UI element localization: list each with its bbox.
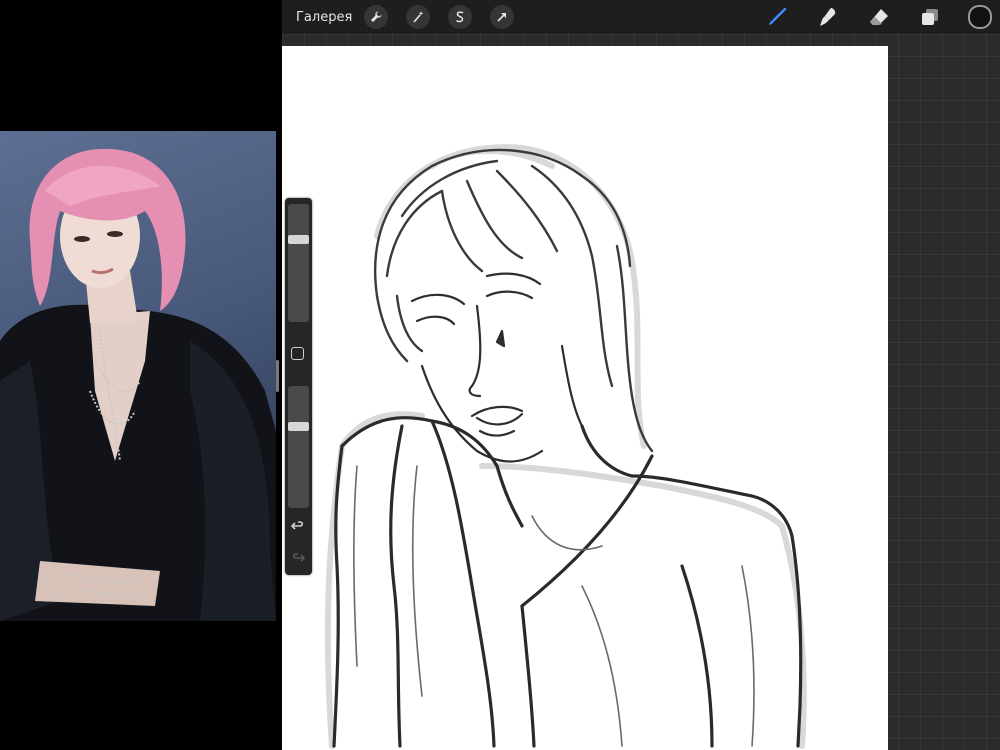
modify-button[interactable]	[291, 347, 304, 360]
eraser-icon	[870, 9, 888, 25]
opacity-thumb[interactable]	[288, 422, 309, 432]
selection-button[interactable]	[448, 5, 473, 29]
paint-tool-button[interactable]	[764, 4, 790, 30]
transform-button[interactable]	[490, 5, 515, 29]
reference-photo-image	[0, 148, 276, 621]
split-view-handle[interactable]	[276, 360, 279, 392]
undo-icon	[290, 521, 304, 530]
reference-panel	[0, 0, 282, 750]
color-picker-button[interactable]	[968, 5, 992, 29]
adjustments-button[interactable]	[406, 5, 431, 29]
reference-photo[interactable]	[0, 131, 276, 621]
canvas-area	[282, 34, 1000, 750]
redo-icon	[292, 553, 306, 562]
layers-button[interactable]	[917, 4, 943, 30]
selection-s-icon	[456, 11, 464, 23]
top-toolbar: Галерея	[282, 0, 1000, 34]
layers-icon	[922, 9, 938, 25]
brush-size-thumb[interactable]	[288, 234, 309, 244]
smudge-icon	[820, 8, 836, 26]
sidebar-sliders	[285, 198, 312, 575]
transform-arrow-icon	[497, 13, 507, 22]
eraser-tool-button[interactable]	[866, 4, 892, 30]
brush-icon	[769, 7, 787, 25]
redo-button[interactable]	[290, 550, 306, 566]
drawing-canvas[interactable]	[282, 46, 888, 750]
wrench-icon	[371, 11, 382, 22]
magic-wand-icon	[413, 11, 424, 23]
actions-button[interactable]	[364, 5, 389, 29]
sketch-artwork	[324, 144, 807, 749]
smudge-tool-button[interactable]	[815, 4, 841, 30]
undo-button[interactable]	[290, 518, 306, 534]
gallery-button[interactable]: Галерея	[296, 10, 352, 25]
brush-size-slider[interactable]	[288, 204, 309, 322]
opacity-slider[interactable]	[288, 386, 309, 508]
